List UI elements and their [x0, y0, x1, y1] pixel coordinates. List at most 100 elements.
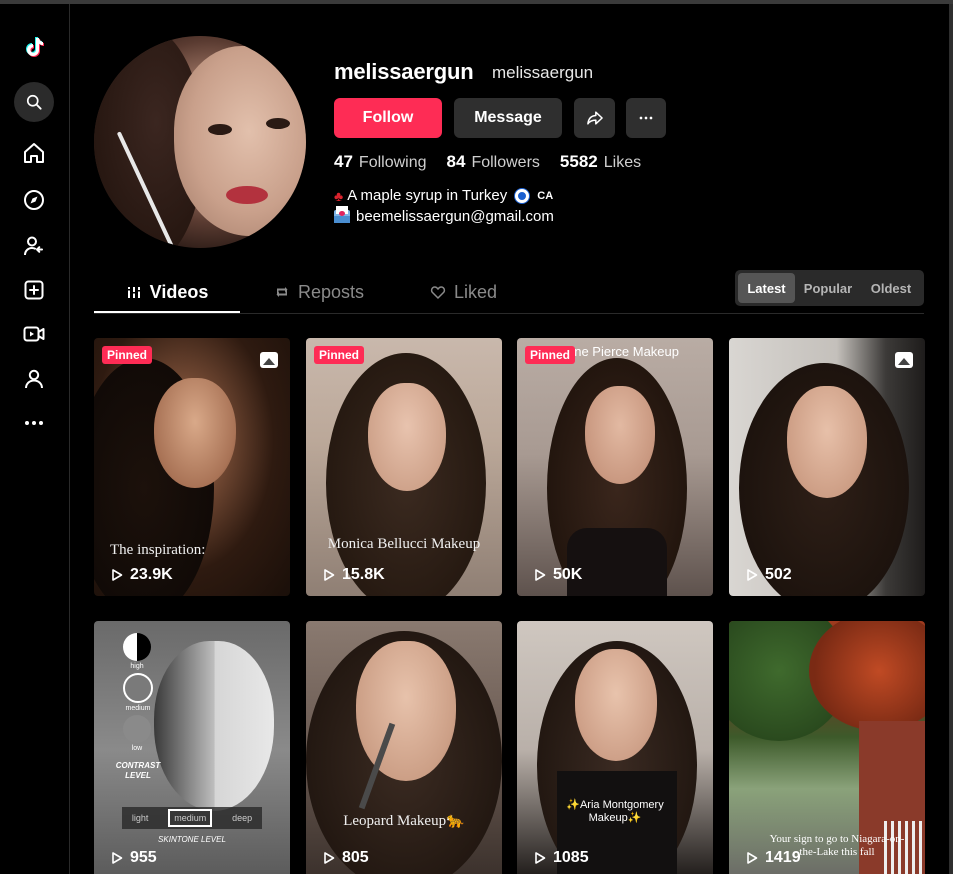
ellipsis-icon — [639, 116, 653, 120]
stat-label: Followers — [471, 154, 540, 171]
maple-leaf-icon: ♣ — [334, 187, 344, 204]
view-count: 1085 — [533, 849, 589, 867]
sort-latest[interactable]: Latest — [738, 273, 795, 303]
play-icon — [747, 852, 758, 864]
bio-line-1: ♣ A maple syrup in Turkey CA — [334, 187, 553, 204]
scale-label-low: low — [131, 745, 143, 752]
play-icon — [112, 569, 123, 581]
tab-liked[interactable]: Liked — [430, 272, 497, 312]
skintone-deep: deep — [232, 813, 253, 823]
stat-followers[interactable]: 84 Followers — [447, 152, 540, 172]
video-overlay-text: ✨Aria Montgomery Makeup✨ — [566, 799, 664, 825]
avatar — [94, 36, 306, 248]
sort-popular[interactable]: Popular — [797, 273, 859, 303]
tab-reposts[interactable]: Reposts — [274, 272, 364, 312]
profile-nickname: melissaergun — [492, 63, 594, 82]
view-count-text: 955 — [130, 849, 157, 866]
view-count-text: 23.9K — [130, 566, 173, 583]
pinned-badge: Pinned — [525, 346, 576, 364]
video-card[interactable]: Pinned The inspiration: 23.9K — [94, 338, 290, 596]
stat-number: 5582 — [559, 152, 598, 171]
photo-post-icon — [895, 352, 913, 368]
video-card[interactable]: rine Pierce Makeup Pinned 50K — [517, 338, 713, 596]
view-count-text: 1085 — [553, 849, 589, 866]
tab-videos[interactable]: Videos — [94, 272, 240, 312]
view-count: 805 — [322, 849, 369, 867]
more-options-button[interactable] — [626, 98, 666, 138]
evil-eye-icon — [515, 188, 530, 203]
repost-icon — [276, 287, 288, 297]
following-icon[interactable] — [13, 225, 55, 267]
play-icon — [112, 852, 123, 864]
tab-label: Liked — [454, 281, 498, 302]
search-icon[interactable] — [14, 82, 54, 122]
active-tab-indicator — [94, 311, 240, 313]
video-card[interactable]: Pinned Monica Bellucci Makeup 15.8K — [306, 338, 502, 596]
play-icon — [535, 852, 546, 864]
liked-heart-icon — [430, 286, 446, 300]
play-icon — [747, 569, 758, 581]
view-count-text: 1419 — [765, 849, 801, 866]
explore-icon[interactable] — [13, 179, 55, 221]
play-icon — [324, 852, 335, 864]
scale-label-high: high — [130, 663, 144, 670]
sort-oldest[interactable]: Oldest — [861, 273, 921, 303]
view-count-text: 502 — [765, 566, 792, 583]
pinned-badge: Pinned — [314, 346, 365, 364]
video-card[interactable]: ✨Aria Montgomery Makeup✨ 1085 — [517, 621, 713, 874]
live-icon[interactable] — [13, 313, 55, 355]
video-card[interactable]: Your sign to go to Niagara-on-the-Lake t… — [729, 621, 925, 874]
bio-country: CA — [537, 189, 554, 202]
view-count-text: 805 — [342, 849, 369, 866]
view-count: 955 — [110, 849, 157, 867]
videos-tab-icon — [126, 287, 141, 298]
share-button[interactable] — [574, 98, 615, 138]
skintone-medium: medium — [168, 809, 213, 827]
profile-icon[interactable] — [13, 358, 55, 400]
bio-line-2: beemelissaergun@gmail.com — [334, 206, 554, 225]
contrast-level-label: CONTRAST LEVEL — [115, 761, 161, 780]
view-count-text: 15.8K — [342, 566, 385, 583]
skintone-level-label: SKINTONE LEVEL — [158, 835, 226, 844]
tab-label: Videos — [149, 281, 209, 302]
video-title-text: rine Pierce Makeup — [567, 344, 679, 359]
mail-icon — [334, 206, 350, 223]
scrollbar[interactable] — [949, 4, 953, 874]
stat-number: 47 — [334, 152, 353, 171]
window-top-bar — [0, 0, 953, 4]
message-button[interactable]: Message — [454, 98, 562, 138]
video-overlay-text: Monica Bellucci Makeup — [327, 536, 481, 552]
stat-following[interactable]: 47 Following — [334, 152, 427, 172]
home-icon[interactable] — [13, 132, 55, 174]
view-count-text: 50K — [553, 566, 583, 583]
left-sidebar — [0, 4, 70, 874]
video-card[interactable]: 502 — [729, 338, 925, 596]
upload-icon[interactable] — [13, 269, 55, 311]
sort-segmented-control: Latest Popular Oldest — [735, 270, 924, 306]
pinned-badge: Pinned — [102, 346, 153, 364]
view-count: 15.8K — [322, 566, 385, 584]
photo-post-icon — [260, 352, 278, 368]
share-icon — [586, 111, 603, 125]
view-count: 1419 — [745, 849, 801, 867]
profile-stats: 47 Following 84 Followers 5582 Likes — [334, 152, 661, 172]
stat-label: Following — [358, 154, 427, 171]
view-count: 23.9K — [110, 566, 173, 584]
play-icon — [535, 569, 546, 581]
video-overlay-text: The inspiration: — [110, 542, 206, 558]
bio-email: beemelissaergun@gmail.com — [356, 208, 554, 225]
more-icon[interactable] — [13, 402, 55, 444]
stat-number: 84 — [446, 152, 466, 171]
view-count: 50K — [533, 566, 582, 584]
video-overlay-text: Leopard Makeup🐆 — [343, 813, 465, 829]
tiktok-logo-icon[interactable] — [13, 26, 55, 68]
follow-button[interactable]: Follow — [334, 98, 442, 138]
scale-label-medium: medium — [125, 705, 151, 712]
video-card[interactable]: high medium low CONTRAST LEVEL light med… — [94, 621, 290, 874]
play-icon — [324, 569, 335, 581]
profile-username: melissaergun — [334, 59, 474, 84]
view-count: 502 — [745, 566, 792, 584]
tab-label: Reposts — [298, 281, 365, 302]
video-card[interactable]: Leopard Makeup🐆 805 — [306, 621, 502, 874]
stat-label: Likes — [603, 154, 642, 171]
